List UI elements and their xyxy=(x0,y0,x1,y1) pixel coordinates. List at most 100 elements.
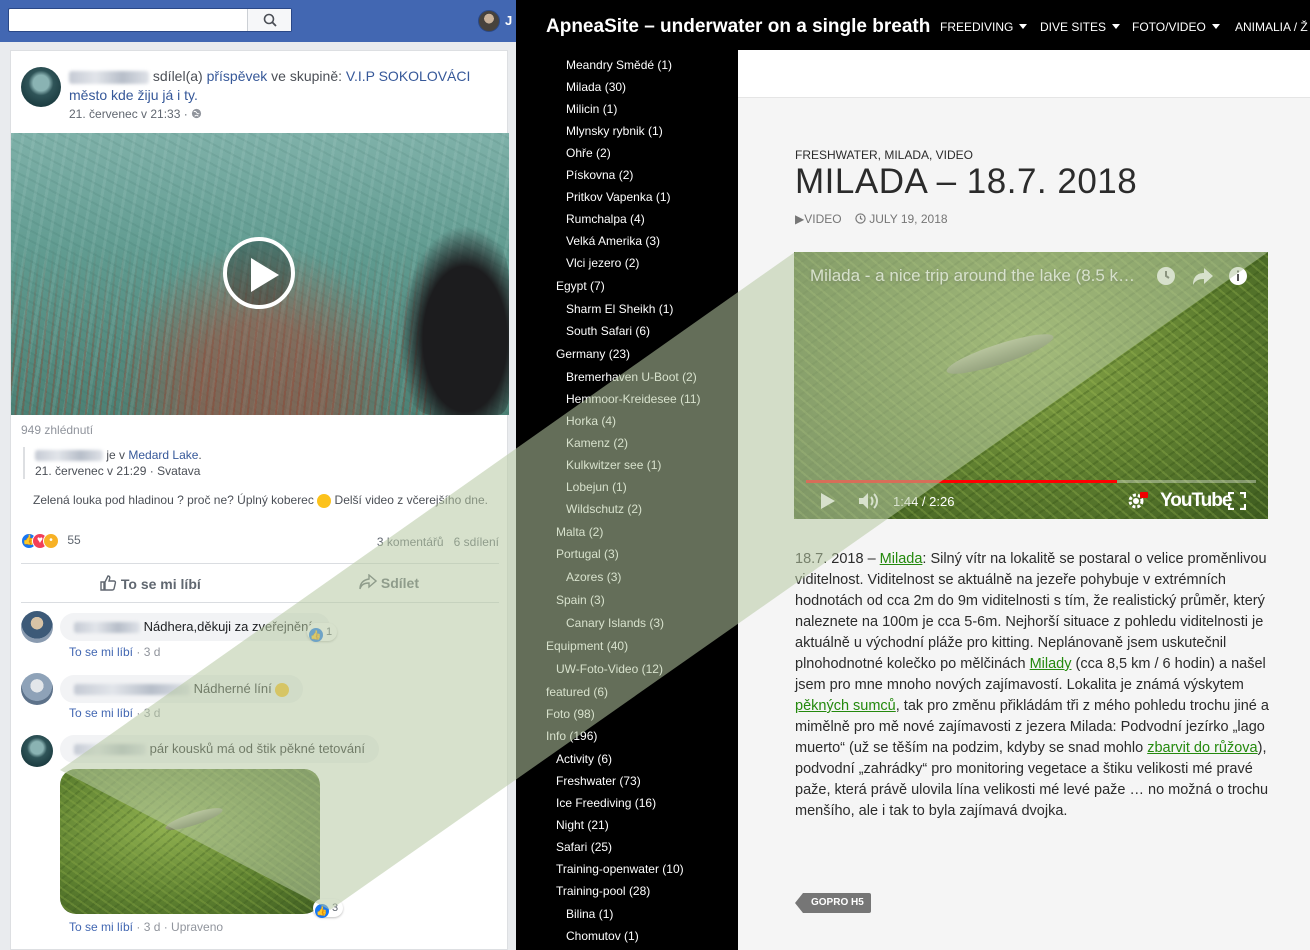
shared-timestamp[interactable]: 21. červenec v 21:29 · Svatava xyxy=(35,463,493,479)
play-button[interactable] xyxy=(223,237,295,309)
sidebar-category-item[interactable]: Azores (3) xyxy=(566,570,621,584)
sidebar-category-item[interactable]: Night (21) xyxy=(556,818,609,832)
post-link[interactable]: příspěvek xyxy=(207,68,268,84)
comment-age[interactable]: · 3 d · Upraveno xyxy=(136,920,223,934)
video-progress-bar[interactable] xyxy=(806,480,1256,483)
sidebar-category-item[interactable]: Wildschutz (2) xyxy=(566,502,642,516)
like-button[interactable]: To se mi líbí xyxy=(99,574,201,592)
sidebar-category-item[interactable]: Mlynsky rybnik (1) xyxy=(566,124,663,138)
post-video[interactable] xyxy=(11,133,509,415)
commenter-avatar[interactable] xyxy=(21,673,53,705)
sidebar-category-item[interactable]: featured (6) xyxy=(546,685,608,699)
sidebar-category-item[interactable]: Bremerhaven U-Boot (2) xyxy=(566,370,697,384)
sidebar-category-item[interactable]: Equipment (40) xyxy=(546,639,628,653)
comment-age[interactable]: · 3 d xyxy=(136,645,160,659)
video-title[interactable]: Milada - a nice trip around the lake (8.… xyxy=(810,266,1135,286)
profile-name[interactable]: J xyxy=(505,13,512,28)
sidebar-category-item[interactable]: Training-pool (28) xyxy=(556,884,650,898)
youtube-embed[interactable]: Milada - a nice trip around the lake (8.… xyxy=(794,252,1268,519)
fullscreen-icon[interactable] xyxy=(1228,492,1246,510)
commenter-avatar[interactable] xyxy=(21,611,53,643)
author-name-blurred[interactable] xyxy=(69,70,149,84)
comments-count-link[interactable]: 3 komentářů xyxy=(377,535,444,549)
youtube-logo[interactable]: YouTube xyxy=(1160,490,1232,512)
sidebar-category-item[interactable]: Malta (2) xyxy=(556,525,603,539)
search-button[interactable] xyxy=(247,9,291,31)
sidebar-category-item[interactable]: Canary Islands (3) xyxy=(566,616,664,630)
sidebar-category-item[interactable]: Milada (30) xyxy=(566,80,626,94)
sidebar-category-item[interactable]: Egypt (7) xyxy=(556,279,605,293)
sidebar-category-item[interactable]: Info (196) xyxy=(546,729,597,743)
share-icon[interactable] xyxy=(1192,266,1214,286)
menu-animalia[interactable]: ANIMALIA / Ž xyxy=(1235,20,1308,34)
sidebar-category-item[interactable]: Lobejun (1) xyxy=(566,480,627,494)
site-title[interactable]: ApneaSite – underwater on a single breat… xyxy=(546,16,930,38)
reaction-bar[interactable]: 👍 ♥ • 55 3 komentářů 6 sdílení xyxy=(21,533,499,555)
comment-age[interactable]: · 3 d xyxy=(136,706,160,720)
menu-freediving[interactable]: FREEDIVING xyxy=(940,20,1028,34)
comment-like-count[interactable]: 👍 3 xyxy=(313,899,344,918)
article-categories[interactable]: FRESHWATER, MILADA, VIDEO xyxy=(795,148,973,162)
sidebar-category-item[interactable]: Pískovna (2) xyxy=(566,168,633,182)
sidebar-category-item[interactable]: Freshwater (73) xyxy=(556,774,641,788)
commenter-avatar[interactable] xyxy=(21,735,53,767)
author-avatar[interactable] xyxy=(21,67,61,107)
sidebar-category-item[interactable]: Vlci jezero (2) xyxy=(566,256,639,270)
sidebar-category-item[interactable]: Safari (25) xyxy=(556,840,612,854)
sidebar-category-item[interactable]: Milicin (1) xyxy=(566,102,617,116)
sidebar-category-item[interactable]: Horka (4) xyxy=(566,414,616,428)
comment-like-link[interactable]: To se mi líbí xyxy=(69,706,133,720)
milady-link[interactable]: Milady xyxy=(1030,656,1072,672)
commenter-name-blurred[interactable] xyxy=(74,684,190,696)
comment-likes-number: 3 xyxy=(332,902,339,914)
search-input[interactable] xyxy=(8,8,292,32)
catfish-link[interactable]: pěkných sumců xyxy=(795,698,896,714)
commenter-name-blurred[interactable] xyxy=(74,622,140,634)
commenter-name-blurred[interactable] xyxy=(74,744,146,756)
pink-link[interactable]: zbarvit do růžova xyxy=(1147,740,1257,756)
location-link[interactable]: Medard Lake xyxy=(128,448,198,462)
sidebar-category-item[interactable]: Kulkwitzer see (1) xyxy=(566,458,661,472)
sidebar-category-item[interactable]: Hemmoor-Kreidesee (11) xyxy=(566,392,701,406)
comment-like-count[interactable]: 👍 1 xyxy=(307,623,338,642)
menu-foto-video[interactable]: FOTO/VIDEO xyxy=(1132,20,1220,34)
sidebar-category-item[interactable]: Rumchalpa (4) xyxy=(566,212,645,226)
sidebar-category-item[interactable]: Sharm El Sheikh (1) xyxy=(566,302,673,316)
sidebar-category-item[interactable]: UW-Foto-Video (12) xyxy=(556,662,663,676)
post-timestamp[interactable]: 21. červenec v 21:33 · xyxy=(69,107,202,121)
comment-like-link[interactable]: To se mi líbí xyxy=(69,645,133,659)
comment-meta: To se mi líbí · 3 d · Upraveno xyxy=(69,920,223,934)
watch-later-icon[interactable] xyxy=(1156,266,1176,286)
tag-gopro[interactable]: GOPRO H5 xyxy=(795,893,871,913)
comment-like-link[interactable]: To se mi líbí xyxy=(69,920,133,934)
settings-gear-icon[interactable] xyxy=(1126,491,1148,511)
sidebar-category-item[interactable]: Spain (3) xyxy=(556,593,605,607)
info-icon[interactable] xyxy=(1228,266,1248,286)
format-link[interactable]: VIDEO xyxy=(804,212,841,226)
reaction-count[interactable]: 55 xyxy=(67,533,80,547)
sidebar-category-item[interactable]: Ohře (2) xyxy=(566,146,611,160)
sidebar-category-item[interactable]: Ice Freediving (16) xyxy=(556,796,656,810)
volume-icon[interactable] xyxy=(858,491,880,511)
shares-count-link[interactable]: 6 sdílení xyxy=(454,535,499,549)
sidebar-category-item[interactable]: Training-openwater (10) xyxy=(556,862,684,876)
sidebar-category-item[interactable]: Chomutov (1) xyxy=(566,929,639,943)
sidebar-category-item[interactable]: Pritkov Vapenka (1) xyxy=(566,190,671,204)
sidebar-category-item[interactable]: Foto (98) xyxy=(546,707,595,721)
menu-dive-sites[interactable]: DIVE SITES xyxy=(1040,20,1121,34)
milada-link[interactable]: Milada xyxy=(880,551,923,567)
share-button[interactable]: Sdílet xyxy=(359,573,419,591)
sidebar-category-item[interactable]: Velká Amerika (3) xyxy=(566,234,660,248)
sidebar-category-item[interactable]: Activity (6) xyxy=(556,752,612,766)
comment-photo[interactable] xyxy=(60,769,320,914)
sidebar-category-item[interactable]: South Safari (6) xyxy=(566,324,650,338)
play-icon[interactable] xyxy=(820,492,836,510)
sidebar-category-item[interactable]: Bilina (1) xyxy=(566,907,613,921)
avatar[interactable] xyxy=(478,10,500,32)
date-link[interactable]: JULY 19, 2018 xyxy=(869,212,947,226)
shared-author-blurred[interactable] xyxy=(35,450,103,462)
sidebar-category-item[interactable]: Portugal (3) xyxy=(556,547,619,561)
sidebar-category-item[interactable]: Germany (23) xyxy=(556,347,630,361)
sidebar-category-item[interactable]: Kamenz (2) xyxy=(566,436,628,450)
sidebar-category-item[interactable]: Meandry Smědé (1) xyxy=(566,58,672,72)
